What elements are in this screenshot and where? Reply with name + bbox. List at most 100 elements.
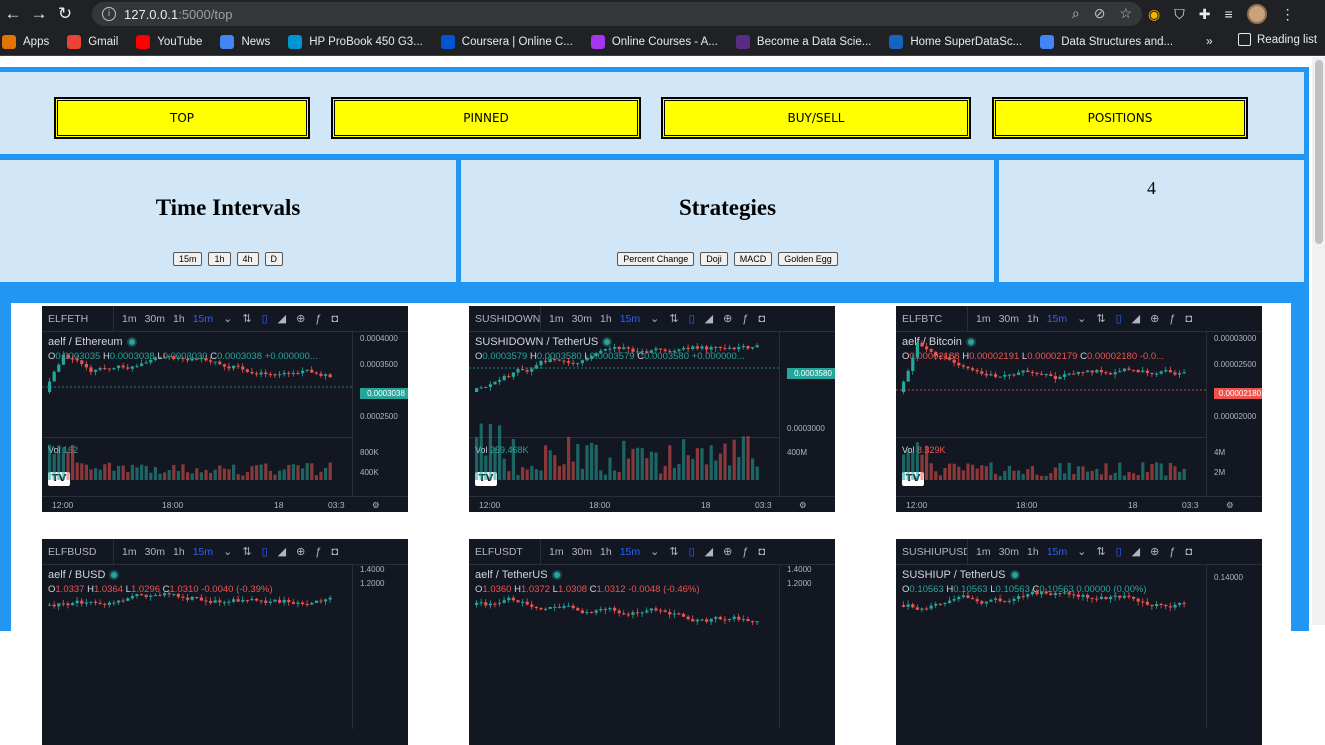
fx-icon[interactable]: ƒ bbox=[315, 546, 321, 558]
compare-icon[interactable]: ⇅ bbox=[1096, 312, 1105, 325]
indicators-icon[interactable]: ◢ bbox=[705, 312, 713, 325]
bookmark-star-icon[interactable]: ☆ bbox=[1119, 5, 1132, 22]
back-arrow-icon[interactable]: ← bbox=[0, 0, 26, 28]
interval-15m-button[interactable]: 15m bbox=[172, 252, 203, 266]
fx-icon[interactable]: ƒ bbox=[1169, 546, 1175, 558]
symbol-search[interactable]: SUSHIUPUSD bbox=[896, 539, 968, 564]
bookmark-item[interactable]: News bbox=[220, 34, 270, 49]
extensions-puzzle-icon[interactable]: ✚ bbox=[1199, 6, 1211, 23]
chart-interval-button[interactable]: 15m bbox=[1047, 546, 1067, 558]
compare-icon[interactable]: ⇅ bbox=[669, 545, 678, 558]
positions-button[interactable]: POSITIONS bbox=[992, 97, 1248, 139]
dropdown-chevron-icon[interactable]: ⌄ bbox=[1077, 312, 1086, 325]
strategy-doji-button[interactable]: Doji bbox=[700, 252, 728, 266]
menu-kebab-icon[interactable]: ⋮ bbox=[1281, 6, 1295, 23]
symbol-search[interactable]: ELFBTC bbox=[896, 306, 968, 331]
chart-interval-button[interactable]: 1h bbox=[1027, 546, 1039, 558]
chart-interval-button[interactable]: 30m bbox=[999, 546, 1019, 558]
fx-icon[interactable]: ƒ bbox=[742, 313, 748, 325]
bookmarks-overflow-icon[interactable]: » bbox=[1206, 34, 1213, 48]
chart-interval-button[interactable]: 1m bbox=[549, 313, 564, 325]
chart-card[interactable]: ELFBTC 1m 30m 1h 15m ⌄ ⇅ ▯ ◢ ⊕ ƒ ◘ aelf / Bitc… bbox=[896, 306, 1262, 512]
chart-card[interactable]: ELFETH 1m 30m 1h 15m ⌄ ⇅ ▯ ◢ ⊕ ƒ ◘ aelf / Ethe… bbox=[42, 306, 408, 512]
extension-owl-icon[interactable]: ◉ bbox=[1148, 6, 1160, 23]
indicators-icon[interactable]: ◢ bbox=[278, 545, 286, 558]
indicators-icon[interactable]: ◢ bbox=[1132, 545, 1140, 558]
chart-interval-button[interactable]: 15m bbox=[620, 546, 640, 558]
interval-4h-button[interactable]: 4h bbox=[236, 252, 259, 266]
chart-interval-button[interactable]: 30m bbox=[572, 313, 592, 325]
compare-icon[interactable]: ⇅ bbox=[669, 312, 678, 325]
bookmark-item[interactable]: Data Structures and... bbox=[1040, 34, 1173, 49]
interval-1h-button[interactable]: 1h bbox=[208, 252, 231, 266]
buy-sell-button[interactable]: BUY/SELL bbox=[661, 97, 971, 139]
scrollbar-thumb[interactable] bbox=[1315, 60, 1323, 244]
fx-icon[interactable]: ƒ bbox=[1169, 313, 1175, 325]
reading-list[interactable]: Reading list bbox=[1238, 33, 1317, 46]
camera-icon[interactable]: ◘ bbox=[331, 313, 338, 325]
bookmark-item[interactable]: HP ProBook 450 G3... bbox=[288, 34, 423, 49]
bookmark-item[interactable]: Apps bbox=[2, 34, 49, 49]
add-icon[interactable]: ⊕ bbox=[1150, 312, 1159, 325]
dropdown-chevron-icon[interactable]: ⌄ bbox=[223, 312, 232, 325]
zoom-icon[interactable]: ⌕ bbox=[1072, 5, 1080, 22]
chart-interval-button[interactable]: 15m bbox=[620, 313, 640, 325]
dropdown-chevron-icon[interactable]: ⌄ bbox=[223, 545, 232, 558]
chart-interval-button[interactable]: 1h bbox=[173, 313, 185, 325]
chart-card[interactable]: ELFUSDT 1m 30m 1h 15m ⌄ ⇅ ▯ ◢ ⊕ ƒ ◘ aelf / Tet… bbox=[469, 539, 835, 745]
chart-interval-button[interactable]: 15m bbox=[193, 546, 213, 558]
media-queue-icon[interactable]: ≡ bbox=[1224, 6, 1232, 22]
dropdown-chevron-icon[interactable]: ⌄ bbox=[1077, 545, 1086, 558]
reload-icon[interactable]: ↻ bbox=[52, 0, 78, 28]
chart-interval-button[interactable]: 1m bbox=[976, 313, 991, 325]
camera-icon[interactable]: ◘ bbox=[1185, 546, 1192, 558]
compare-icon[interactable]: ⇅ bbox=[242, 312, 251, 325]
pinned-button[interactable]: PINNED bbox=[331, 97, 641, 139]
chart-interval-button[interactable]: 1h bbox=[600, 546, 612, 558]
chart-interval-button[interactable]: 1m bbox=[549, 546, 564, 558]
bookmark-item[interactable]: Online Courses - A... bbox=[590, 34, 718, 49]
candles-icon[interactable]: ▯ bbox=[262, 312, 268, 325]
top-button[interactable]: TOP bbox=[54, 97, 310, 139]
settings-gear-icon[interactable]: ⚙ bbox=[799, 500, 807, 511]
tracking-off-icon[interactable]: ⊘ bbox=[1094, 5, 1106, 22]
bookmark-item[interactable]: Gmail bbox=[67, 34, 118, 49]
candles-icon[interactable]: ▯ bbox=[689, 545, 695, 558]
camera-icon[interactable]: ◘ bbox=[758, 546, 765, 558]
candles-icon[interactable]: ▯ bbox=[689, 312, 695, 325]
chart-interval-button[interactable]: 15m bbox=[193, 313, 213, 325]
compare-icon[interactable]: ⇅ bbox=[1096, 545, 1105, 558]
symbol-search[interactable]: ELFBUSD bbox=[42, 539, 114, 564]
chart-interval-button[interactable]: 1m bbox=[976, 546, 991, 558]
extension-shield-icon[interactable]: ⛉ bbox=[1174, 6, 1185, 23]
add-icon[interactable]: ⊕ bbox=[296, 312, 305, 325]
bookmark-item[interactable]: YouTube bbox=[136, 34, 202, 49]
candles-icon[interactable]: ▯ bbox=[1116, 312, 1122, 325]
bookmark-item[interactable]: Become a Data Scie... bbox=[735, 34, 871, 49]
chart-interval-button[interactable]: 30m bbox=[145, 546, 165, 558]
strategy-macd-button[interactable]: MACD bbox=[733, 252, 773, 266]
symbol-search[interactable]: ELFETH bbox=[42, 306, 114, 331]
forward-arrow-icon[interactable]: → bbox=[26, 0, 52, 28]
strategy-percent-change-button[interactable]: Percent Change bbox=[617, 252, 695, 266]
symbol-search[interactable]: ELFUSDT bbox=[469, 539, 541, 564]
chart-interval-button[interactable]: 30m bbox=[145, 313, 165, 325]
compare-icon[interactable]: ⇅ bbox=[242, 545, 251, 558]
chart-interval-button[interactable]: 1h bbox=[1027, 313, 1039, 325]
candles-icon[interactable]: ▯ bbox=[1116, 545, 1122, 558]
chart-card[interactable]: ELFBUSD 1m 30m 1h 15m ⌄ ⇅ ▯ ◢ ⊕ ƒ ◘ aelf / BUS… bbox=[42, 539, 408, 745]
strategy-golden-egg-button[interactable]: Golden Egg bbox=[778, 252, 838, 266]
chart-card[interactable]: SUSHIDOWN 1m 30m 1h 15m ⌄ ⇅ ▯ ◢ ⊕ ƒ ◘ SUSHIDOW… bbox=[469, 306, 835, 512]
settings-gear-icon[interactable]: ⚙ bbox=[372, 500, 380, 511]
chart-interval-button[interactable]: 30m bbox=[999, 313, 1019, 325]
chart-interval-button[interactable]: 1h bbox=[600, 313, 612, 325]
dropdown-chevron-icon[interactable]: ⌄ bbox=[650, 312, 659, 325]
symbol-search[interactable]: SUSHIDOWN bbox=[469, 306, 541, 331]
chart-interval-button[interactable]: 1m bbox=[122, 313, 137, 325]
bookmark-item[interactable]: Home SuperDataSc... bbox=[889, 34, 1022, 49]
settings-gear-icon[interactable]: ⚙ bbox=[1226, 500, 1234, 511]
indicators-icon[interactable]: ◢ bbox=[1132, 312, 1140, 325]
chart-interval-button[interactable]: 1h bbox=[173, 546, 185, 558]
site-info-icon[interactable]: i bbox=[102, 7, 116, 21]
chart-card[interactable]: SUSHIUPUSD 1m 30m 1h 15m ⌄ ⇅ ▯ ◢ ⊕ ƒ ◘ SUSHIUP… bbox=[896, 539, 1262, 745]
